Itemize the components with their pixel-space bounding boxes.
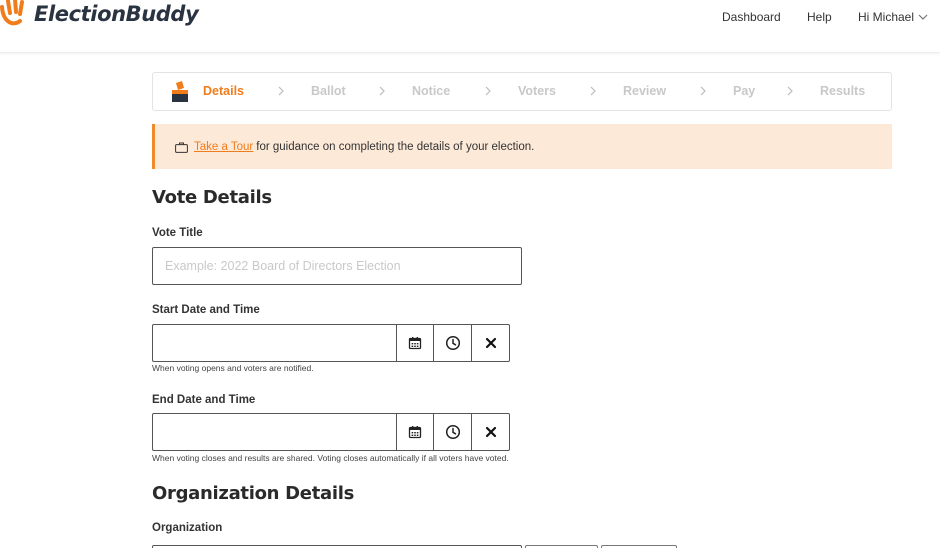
step-review[interactable]: Review [623,84,666,98]
step-ballot[interactable]: Ballot [311,84,346,98]
step-details[interactable]: Details [203,84,244,98]
start-date-help: When voting opens and voters are notifie… [152,363,314,373]
step-notice[interactable]: Notice [412,84,450,98]
chevron-right-icon [379,86,385,96]
step-pay[interactable]: Pay [733,84,755,98]
start-clear-button[interactable] [472,324,510,362]
close-icon [485,426,496,438]
end-date-help: When voting closes and results are share… [152,453,509,463]
start-datetime-input[interactable] [152,324,396,362]
calendar-icon [408,337,422,350]
chevron-right-icon [700,86,706,96]
start-datetime-picker [152,324,510,362]
user-greeting: Hi Michael [858,10,915,24]
end-calendar-button[interactable] [396,413,434,451]
end-datetime-picker [152,413,510,451]
vote-title-label: Vote Title [152,227,203,239]
start-date-label: Start Date and Time [152,304,260,316]
vote-details-heading: Vote Details [152,187,272,208]
logo[interactable]: ElectionBuddy [0,0,199,32]
briefcase-icon [175,142,188,153]
chevron-right-icon [485,86,491,96]
end-datetime-input[interactable] [152,413,396,451]
nav-help[interactable]: Help [807,10,832,24]
clock-icon [445,424,460,440]
chevron-right-icon [590,86,596,96]
organization-details-heading: Organization Details [152,483,354,504]
clock-icon [445,335,460,351]
end-clear-button[interactable] [472,413,510,451]
step-voters[interactable]: Voters [518,84,556,98]
banner-text: for guidance on completing the details o… [256,141,535,153]
user-menu[interactable]: Hi Michael [858,10,929,24]
chevron-right-icon [787,86,793,96]
calendar-icon [408,426,422,439]
organization-label: Organization [152,522,223,534]
chevron-right-icon [278,86,284,96]
brand-name: ElectionBuddy [34,2,199,26]
step-results[interactable]: Results [820,84,865,98]
start-calendar-button[interactable] [396,324,434,362]
close-icon [485,337,496,349]
chevron-down-icon [918,14,928,20]
end-clock-button[interactable] [434,413,472,451]
start-clock-button[interactable] [434,324,472,362]
take-a-tour-link[interactable]: Take a Tour [194,141,253,153]
nav-dashboard[interactable]: Dashboard [722,10,781,24]
tour-banner: Take a Tour for guidance on completing t… [152,124,892,169]
vote-title-input[interactable] [152,247,522,285]
progress-stepper: Details Ballot Notice Voters Review Pay … [152,72,892,111]
top-header: ElectionBuddy Dashboard Help Hi Michael [0,0,940,53]
end-date-label: End Date and Time [152,394,256,406]
ballot-box-icon [172,81,188,102]
electionbuddy-logo-icon [0,0,24,26]
